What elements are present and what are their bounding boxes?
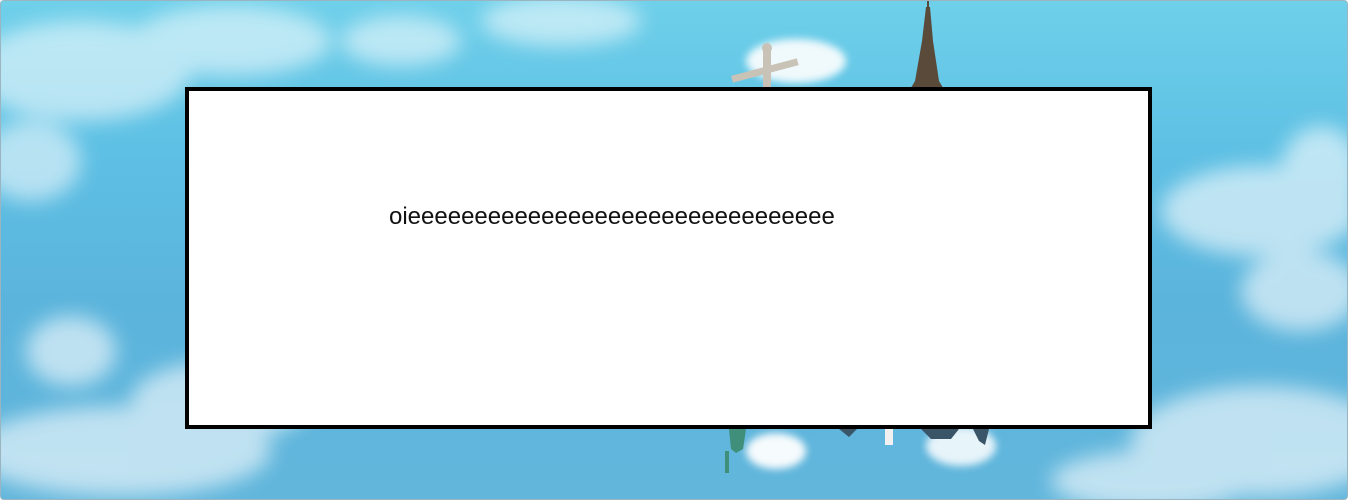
message-dialog: oieeeeeeeeeeeeeeeeeeeeeeeeeeeeeeee: [185, 87, 1152, 429]
page-viewport: oieeeeeeeeeeeeeeeeeeeeeeeeeeeeeeee: [0, 0, 1348, 500]
statue-of-liberty-icon: [725, 429, 746, 473]
eiffel-tower-icon: [909, 1, 945, 91]
dialog-message: oieeeeeeeeeeeeeeeeeeeeeeeeeeeeeeee: [389, 203, 835, 230]
cloud-icon: [1161, 126, 1347, 331]
